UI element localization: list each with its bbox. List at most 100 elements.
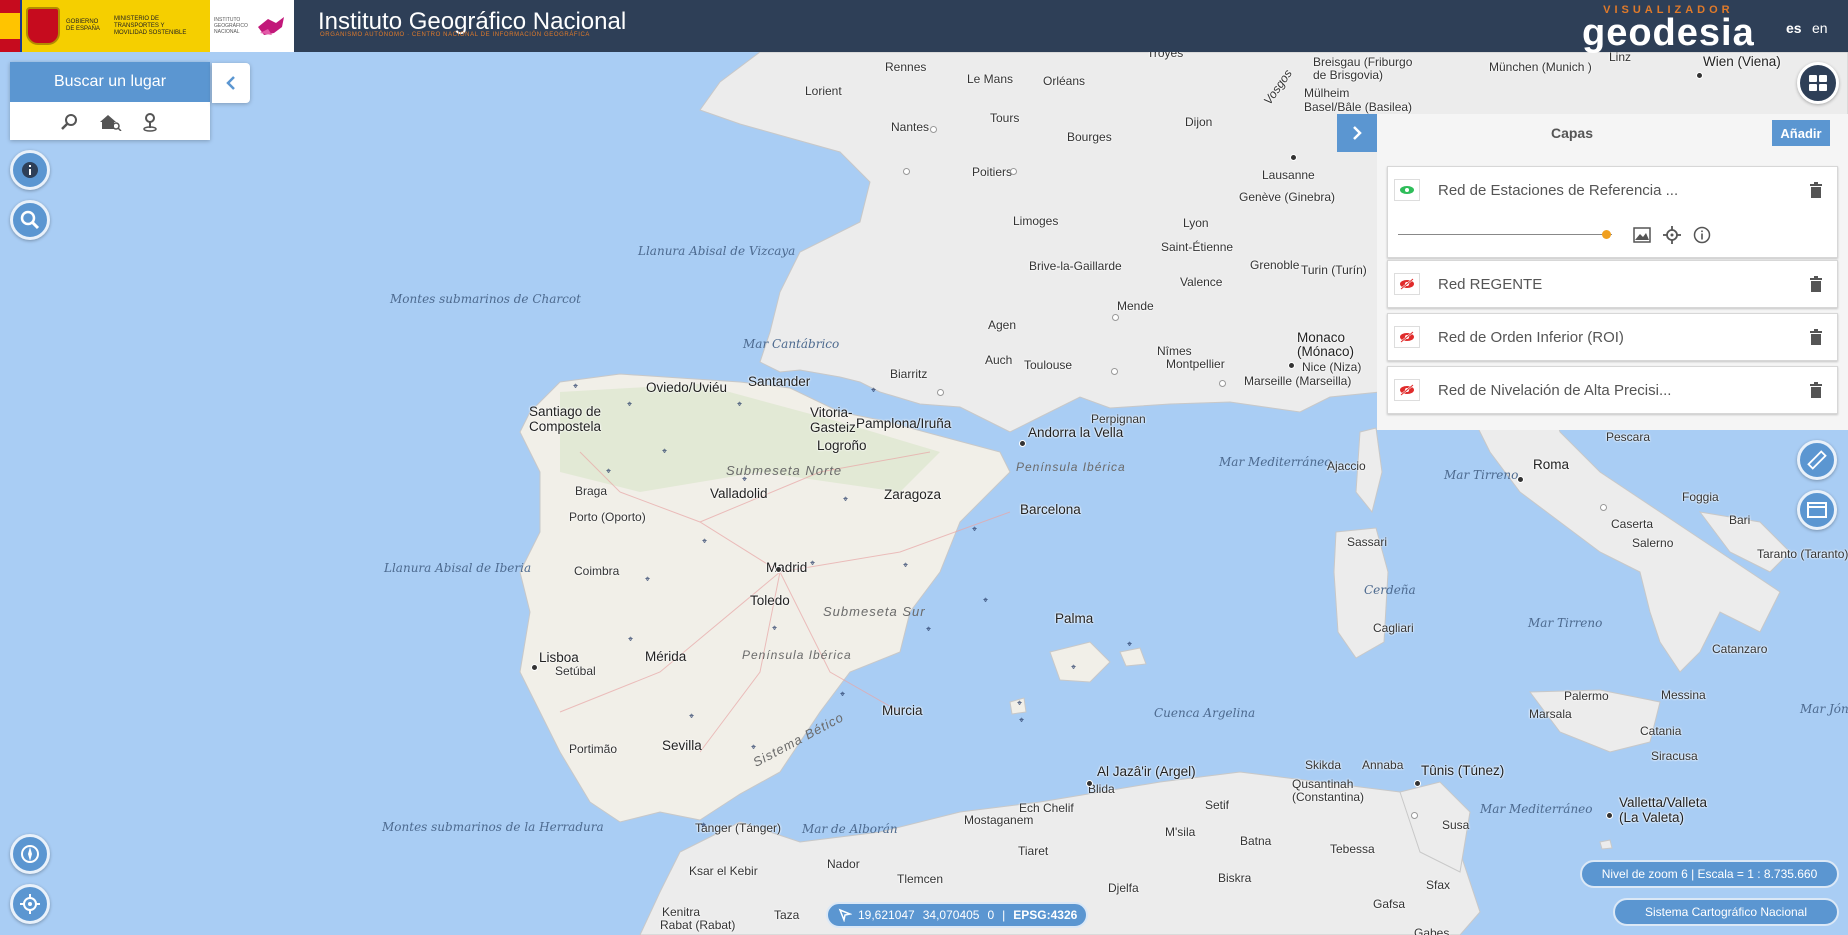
station-marker: ⌖ — [605, 467, 612, 477]
place-label: Valence — [1180, 275, 1223, 289]
coord-y: 34,070405 — [922, 908, 980, 922]
separator: | — [1002, 908, 1006, 922]
collapse-layers-button[interactable] — [1337, 114, 1377, 152]
visibility-toggle[interactable] — [1394, 273, 1420, 295]
trash-icon[interactable] — [1807, 380, 1825, 400]
place-label: (Constantina) — [1292, 790, 1365, 804]
opacity-row — [1388, 213, 1837, 257]
add-layer-button[interactable]: Añadir — [1772, 120, 1830, 146]
place-label: Poitiers — [972, 165, 1013, 179]
opacity-slider-thumb[interactable] — [1601, 230, 1611, 239]
city-marker — [1411, 812, 1418, 819]
place-label: Nice (Niza) — [1302, 360, 1362, 374]
place-label: Setúbal — [555, 664, 596, 678]
image-icon[interactable] — [1632, 225, 1652, 245]
layer-name[interactable]: Red de Estaciones de Referencia ... — [1438, 182, 1678, 199]
layer-row: Red de Estaciones de Referencia ... — [1388, 167, 1837, 213]
app-brand-name: geodesia — [1582, 12, 1755, 54]
chevron-right-icon — [1353, 126, 1362, 140]
place-label: Taza — [774, 908, 800, 922]
place-label: Marsala — [1529, 707, 1572, 721]
search-location-icon[interactable] — [57, 111, 83, 133]
station-marker: ⌖ — [1126, 640, 1133, 650]
cursor-icon — [838, 908, 852, 922]
lang-es[interactable]: es — [1786, 20, 1802, 36]
opacity-slider-track[interactable] — [1398, 234, 1612, 235]
search-place-button[interactable]: Buscar un lugar — [10, 62, 210, 102]
sea-label: Cuenca Argelina — [1154, 706, 1256, 720]
crosshair-icon — [20, 894, 40, 914]
place-label: Messina — [1661, 688, 1706, 702]
credit-link[interactable]: Sistema Cartográfico Nacional — [1613, 898, 1839, 926]
place-label: Santander — [748, 374, 811, 389]
capital-marker — [1517, 476, 1524, 483]
eye-icon — [1400, 186, 1414, 194]
layer-row: Red de Orden Inferior (ROI) — [1388, 314, 1837, 360]
layer-name[interactable]: Red REGENTE — [1438, 276, 1542, 293]
basemap-selector-button[interactable] — [1797, 62, 1839, 104]
place-label: Andorra la Vella — [1028, 425, 1124, 440]
eye-slash-icon — [1400, 384, 1414, 396]
place-label: Toledo — [750, 593, 790, 608]
station-marker: ⌖ — [870, 386, 877, 396]
place-label: Tebessa — [1330, 842, 1375, 856]
place-label: Nador — [827, 857, 860, 871]
ign-emblem-icon — [258, 17, 284, 35]
gov-label: GOBIERNO DE ESPAÑA — [66, 19, 100, 32]
measure-button[interactable] — [1797, 440, 1837, 480]
region-label: Submeseta Sur — [823, 604, 926, 619]
zoom-area-button[interactable] — [10, 200, 50, 240]
place-label: Gafsa — [1373, 897, 1406, 911]
capital-marker — [1086, 780, 1093, 787]
capital-marker — [1290, 154, 1297, 161]
layers-panel: Capas Añadir Red de Estaciones de Refere… — [1377, 114, 1848, 430]
trash-icon[interactable] — [1807, 274, 1825, 294]
trash-icon[interactable] — [1807, 327, 1825, 347]
place-label: Setif — [1205, 798, 1230, 812]
layer-info-icon[interactable] — [1692, 225, 1712, 245]
city-marker — [1111, 368, 1118, 375]
visibility-toggle[interactable] — [1394, 179, 1420, 201]
search-coordinates-icon[interactable] — [137, 111, 163, 133]
station-marker: ⌖ — [701, 537, 708, 547]
layer-name[interactable]: Red de Nivelación de Alta Precisi... — [1438, 382, 1671, 399]
coordinates-bar: 19,621047 34,070405 0 | EPSG:4326 — [826, 902, 1088, 928]
place-label: Turin (Turín) — [1301, 263, 1367, 277]
zoom-to-layer-icon[interactable] — [1662, 225, 1682, 245]
place-label: Valladolid — [710, 486, 768, 501]
place-label: Qusantinah — [1292, 777, 1354, 791]
window-button[interactable] — [1797, 490, 1837, 530]
place-label: Nantes — [891, 120, 930, 134]
station-marker: ⌖ — [809, 559, 816, 569]
window-icon — [1807, 502, 1827, 518]
station-marker: ⌖ — [925, 625, 932, 635]
collapse-search-button[interactable] — [212, 63, 250, 103]
layer-item: Red de Orden Inferior (ROI) — [1387, 313, 1838, 361]
visibility-toggle[interactable] — [1394, 379, 1420, 401]
compass-button[interactable] — [10, 834, 50, 874]
place-label: Braga — [575, 484, 608, 498]
place-label: Skikda — [1305, 758, 1342, 772]
capital-marker — [775, 566, 782, 573]
sea-label: Mar Tirreno — [1444, 468, 1519, 482]
place-label: Bourges — [1067, 130, 1112, 144]
place-label: Siracusa — [1651, 749, 1698, 763]
locate-me-button[interactable] — [10, 884, 50, 924]
visibility-toggle[interactable] — [1394, 326, 1420, 348]
trash-icon[interactable] — [1807, 180, 1825, 200]
place-label: Dijon — [1185, 115, 1213, 129]
epsg-code[interactable]: EPSG:4326 — [1013, 908, 1077, 922]
lang-en[interactable]: en — [1812, 20, 1828, 36]
info-button[interactable] — [10, 150, 50, 190]
layer-name[interactable]: Red de Orden Inferior (ROI) — [1438, 329, 1624, 346]
place-label: Lausanne — [1262, 168, 1315, 182]
place-label: Biarritz — [890, 367, 928, 381]
place-label: Roma — [1533, 457, 1570, 472]
institute-subtitle: ORGANISMO AUTÓNOMO · CENTRO NACIONAL DE … — [320, 32, 590, 38]
place-label: M'sila — [1165, 825, 1196, 839]
search-address-icon[interactable] — [97, 111, 123, 133]
city-marker — [1112, 314, 1119, 321]
place-label: Caserta — [1611, 517, 1654, 531]
place-label: Sfax — [1426, 878, 1451, 892]
capital-marker — [1696, 72, 1703, 79]
